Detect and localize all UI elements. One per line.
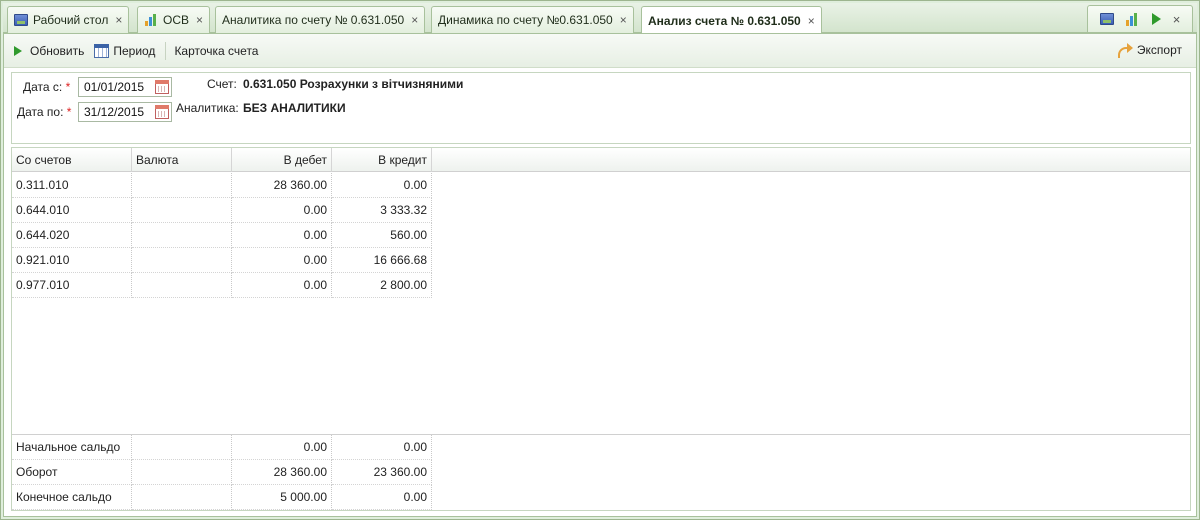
- debit-cell: 0.00: [232, 435, 332, 460]
- window-tools: ×: [1087, 5, 1193, 32]
- filter-form: Дата с: * 01/01/2015 Дата по: * 31/12/20…: [11, 72, 1191, 144]
- bar-chart-icon[interactable]: [1125, 12, 1141, 26]
- account-value: 0.631.050 Розрахунки з вітчизняними: [243, 77, 464, 91]
- currency-cell: [132, 460, 232, 485]
- account-cell: 0.921.010: [12, 248, 132, 273]
- summary-label: Оборот: [12, 460, 132, 485]
- calendar-icon[interactable]: [155, 80, 169, 94]
- desktop-icon[interactable]: [1099, 13, 1114, 25]
- currency-cell: [132, 435, 232, 460]
- tab-close-icon[interactable]: ×: [115, 13, 122, 27]
- credit-cell: 16 666.68: [332, 248, 432, 273]
- period-label: Период: [113, 43, 156, 58]
- date-to-label: Дата по: *: [17, 105, 72, 119]
- toolbar: Обновить Период Карточка счета Экспорт: [4, 34, 1196, 68]
- date-from-label: Дата с: *: [23, 80, 71, 94]
- export-arrow-icon: [1117, 43, 1133, 58]
- date-from-field[interactable]: 01/01/2015: [78, 77, 172, 97]
- credit-cell: 0.00: [332, 173, 432, 198]
- summary-row-turnover: Оборот 28 360.00 23 360.00: [12, 460, 432, 485]
- credit-cell: 0.00: [332, 435, 432, 460]
- summary-row-closing-balance: Конечное сальдо 5 000.00 0.00: [12, 485, 432, 510]
- tab-close-icon[interactable]: ×: [808, 14, 815, 28]
- column-header-currency[interactable]: Валюта: [132, 148, 232, 172]
- debit-cell: 5 000.00: [232, 485, 332, 510]
- account-cell: 0.644.020: [12, 223, 132, 248]
- table-row[interactable]: 0.977.010 0.00 2 800.00: [12, 273, 432, 298]
- summary-row-opening-balance: Начальное сальдо 0.00 0.00: [12, 435, 432, 460]
- credit-cell: 560.00: [332, 223, 432, 248]
- currency-cell: [132, 485, 232, 510]
- account-card-button[interactable]: Карточка счета: [172, 42, 260, 60]
- debit-cell: 0.00: [232, 223, 332, 248]
- account-label: Счет:: [207, 77, 237, 91]
- app-window: Рабочий стол × ОСВ × Аналитика по счету …: [0, 0, 1200, 520]
- export-label: Экспорт: [1136, 43, 1182, 57]
- calendar-icon: [94, 43, 110, 58]
- tab-close-icon[interactable]: ×: [411, 13, 418, 27]
- account-cell: 0.977.010: [12, 273, 132, 298]
- currency-cell: [132, 273, 232, 298]
- grid-header: Со счетов Валюта В дебет В кредит: [12, 148, 1190, 172]
- tab-account-dynamics[interactable]: Динамика по счету №0.631.050 ×: [431, 6, 634, 33]
- tab-osv[interactable]: ОСВ ×: [137, 6, 211, 33]
- credit-cell: 2 800.00: [332, 273, 432, 298]
- credit-cell: 3 333.32: [332, 198, 432, 223]
- analytics-label: Аналитика:: [176, 101, 239, 115]
- debit-cell: 28 360.00: [232, 173, 332, 198]
- tab-strip: Рабочий стол × ОСВ × Аналитика по счету …: [3, 3, 1197, 34]
- currency-cell: [132, 173, 232, 198]
- account-analysis-grid: Со счетов Валюта В дебет В кредит 0.311.…: [11, 147, 1191, 511]
- credit-cell: 0.00: [332, 485, 432, 510]
- toolbar-separator: [165, 41, 167, 60]
- account-card-label: Карточка счета: [174, 43, 259, 58]
- column-header-credit[interactable]: В кредит: [332, 148, 432, 172]
- tab-label: Аналитика по счету № 0.631.050: [222, 13, 405, 27]
- tab-close-icon[interactable]: ×: [620, 13, 627, 27]
- credit-cell: 23 360.00: [332, 460, 432, 485]
- column-header-debit[interactable]: В дебет: [232, 148, 332, 172]
- date-to-field[interactable]: 31/12/2015: [78, 102, 172, 122]
- debit-cell: 0.00: [232, 273, 332, 298]
- tab-label: Рабочий стол: [33, 13, 109, 27]
- currency-cell: [132, 198, 232, 223]
- debit-cell: 28 360.00: [232, 460, 332, 485]
- column-header-from-accounts[interactable]: Со счетов: [12, 148, 132, 172]
- analytics-value: БЕЗ АНАЛИТИКИ: [243, 101, 346, 115]
- calendar-icon[interactable]: [155, 105, 169, 119]
- tab-label: Динамика по счету №0.631.050: [438, 13, 613, 27]
- table-row[interactable]: 0.644.010 0.00 3 333.32: [12, 198, 432, 223]
- tab-account-analysis[interactable]: Анализ счета № 0.631.050 ×: [641, 6, 822, 34]
- play-icon: [14, 45, 22, 56]
- account-analysis-panel: Обновить Период Карточка счета Экспорт Д…: [3, 33, 1197, 517]
- table-row[interactable]: 0.644.020 0.00 560.00: [12, 223, 432, 248]
- table-row[interactable]: 0.311.010 28 360.00 0.00: [12, 173, 432, 198]
- account-cell: 0.644.010: [12, 198, 132, 223]
- play-icon[interactable]: [1152, 13, 1162, 25]
- summary-label: Начальное сальдо: [12, 435, 132, 460]
- tab-label: Анализ счета № 0.631.050: [648, 13, 801, 28]
- tab-close-icon[interactable]: ×: [196, 13, 203, 27]
- currency-cell: [132, 248, 232, 273]
- tab-account-analytics[interactable]: Аналитика по счету № 0.631.050 ×: [215, 6, 426, 33]
- account-cell: 0.311.010: [12, 173, 132, 198]
- refresh-label: Обновить: [30, 43, 85, 58]
- table-row[interactable]: 0.921.010 0.00 16 666.68: [12, 248, 432, 273]
- tab-label: ОСВ: [163, 13, 190, 27]
- desktop-icon: [14, 14, 28, 26]
- refresh-button[interactable]: Обновить: [12, 42, 86, 60]
- debit-cell: 0.00: [232, 248, 332, 273]
- currency-cell: [132, 223, 232, 248]
- tab-desktop[interactable]: Рабочий стол ×: [7, 6, 130, 33]
- close-icon[interactable]: ×: [1173, 12, 1181, 27]
- bar-chart-icon: [144, 14, 158, 26]
- export-button[interactable]: Экспорт: [1117, 43, 1182, 58]
- debit-cell: 0.00: [232, 198, 332, 223]
- period-button[interactable]: Период: [92, 42, 157, 60]
- summary-label: Конечное сальдо: [12, 485, 132, 510]
